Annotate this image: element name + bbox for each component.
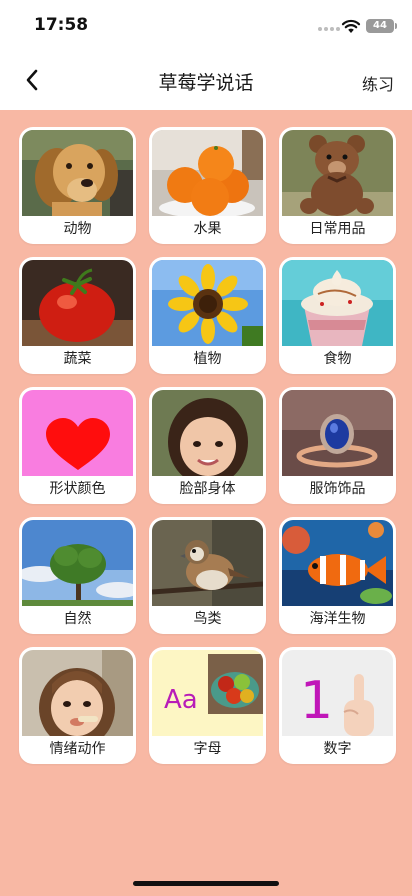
tomato-photo xyxy=(22,260,133,346)
ring-photo xyxy=(282,390,393,476)
category-card-sea-creatures[interactable]: 海洋生物 xyxy=(279,517,396,634)
category-card-birds[interactable]: 鸟类 xyxy=(149,517,266,634)
category-card-nature[interactable]: 自然 xyxy=(19,517,136,634)
category-card-fruit[interactable]: 水果 xyxy=(149,127,266,244)
clownfish-photo xyxy=(282,520,393,606)
child-eating-photo xyxy=(22,650,133,736)
girl-face-photo xyxy=(152,390,263,476)
category-card-food[interactable]: 食物 xyxy=(279,257,396,374)
category-grid: 动物 水果 日常用品 蔬菜 植物 食物 形状颜色 脸部身体 服饰饰品 自然 鸟类… xyxy=(19,127,396,764)
category-card-plants[interactable]: 植物 xyxy=(149,257,266,374)
category-card-numbers[interactable]: 1 数字 xyxy=(279,647,396,764)
category-label: 形状颜色 xyxy=(49,481,106,497)
signal-dots-icon xyxy=(318,27,340,33)
heart-shape xyxy=(22,390,133,476)
letters-apples: Aa xyxy=(152,650,263,736)
category-grid-area: 动物 水果 日常用品 蔬菜 植物 食物 形状颜色 脸部身体 服饰饰品 自然 鸟类… xyxy=(0,110,412,896)
category-card-face-body[interactable]: 脸部身体 xyxy=(149,387,266,504)
category-card-clothing-accessories[interactable]: 服饰饰品 xyxy=(279,387,396,504)
category-label: 食物 xyxy=(323,351,352,367)
category-label: 数字 xyxy=(323,741,352,757)
home-indicator xyxy=(133,881,279,886)
category-label: 脸部身体 xyxy=(179,481,236,497)
tree-photo xyxy=(22,520,133,606)
battery-icon: 44 xyxy=(366,19,397,33)
category-label: 鸟类 xyxy=(193,611,222,627)
category-label: 蔬菜 xyxy=(63,351,92,367)
category-card-vegetables[interactable]: 蔬菜 xyxy=(19,257,136,374)
category-label: 动物 xyxy=(63,221,92,237)
category-label: 服饰饰品 xyxy=(309,481,366,497)
category-label: 日常用品 xyxy=(309,221,366,237)
category-label: 字母 xyxy=(193,741,222,757)
category-card-letters[interactable]: Aa 字母 xyxy=(149,647,266,764)
practice-button[interactable]: 练习 xyxy=(362,71,394,95)
category-label: 自然 xyxy=(63,611,92,627)
teddy-bear-photo xyxy=(282,130,393,216)
category-label: 水果 xyxy=(193,221,222,237)
status-bar: 17:58 44 xyxy=(0,0,412,50)
number-hand: 1 xyxy=(282,650,393,736)
oranges-photo xyxy=(152,130,263,216)
ice-cream-photo xyxy=(282,260,393,346)
dog-photo xyxy=(22,130,133,216)
category-card-emotions-actions[interactable]: 情绪动作 xyxy=(19,647,136,764)
wifi-icon xyxy=(341,19,361,33)
number-text: 1 xyxy=(300,671,333,731)
sunflower-photo xyxy=(152,260,263,346)
category-card-animals[interactable]: 动物 xyxy=(19,127,136,244)
category-label: 植物 xyxy=(193,351,222,367)
category-label: 海洋生物 xyxy=(309,611,366,627)
nav-bar: 草莓学说话 练习 xyxy=(0,50,412,110)
page-title: 草莓学说话 xyxy=(158,72,254,94)
category-card-shapes-colors[interactable]: 形状颜色 xyxy=(19,387,136,504)
category-label: 情绪动作 xyxy=(49,741,106,757)
sparrow-photo xyxy=(152,520,263,606)
status-time: 17:58 xyxy=(34,15,89,35)
letters-text: Aa xyxy=(164,685,198,715)
category-card-daily-items[interactable]: 日常用品 xyxy=(279,127,396,244)
